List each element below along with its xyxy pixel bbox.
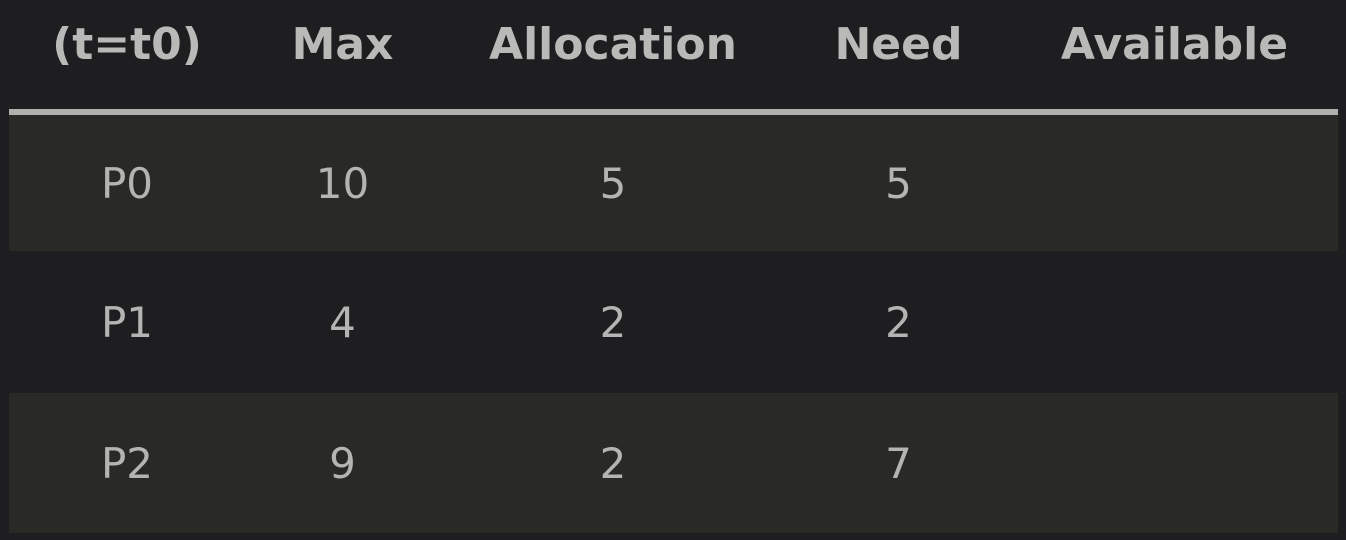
allocation-cell: 5 <box>440 112 786 251</box>
table-page: (t=t0) Max Allocation Need Available P0 … <box>0 0 1346 540</box>
header-time: (t=t0) <box>9 0 245 115</box>
header-available: Available <box>1011 0 1338 115</box>
process-cell: P1 <box>9 251 245 393</box>
max-cell: 4 <box>245 251 440 393</box>
available-cell <box>1011 393 1338 533</box>
need-cell: 2 <box>786 251 1011 393</box>
max-cell: 10 <box>245 112 440 251</box>
table-row: P1 4 2 2 <box>9 251 1338 393</box>
process-cell: P2 <box>9 393 245 533</box>
need-cell: 5 <box>786 112 1011 251</box>
allocation-cell: 2 <box>440 393 786 533</box>
table-body: P0 10 5 5 P1 4 2 2 P2 9 2 7 <box>9 112 1338 533</box>
table-row: P2 9 2 7 <box>9 393 1338 533</box>
available-cell <box>1011 112 1338 251</box>
process-cell: P0 <box>9 112 245 251</box>
header-row: (t=t0) Max Allocation Need Available <box>9 0 1338 115</box>
header-max: Max <box>245 0 440 115</box>
resource-allocation-table: (t=t0) Max Allocation Need Available P0 … <box>9 0 1338 533</box>
table-row: P0 10 5 5 <box>9 112 1338 251</box>
available-cell <box>1011 251 1338 393</box>
allocation-cell: 2 <box>440 251 786 393</box>
max-cell: 9 <box>245 393 440 533</box>
header-allocation: Allocation <box>440 0 786 115</box>
need-cell: 7 <box>786 393 1011 533</box>
header-need: Need <box>786 0 1011 115</box>
table-header: (t=t0) Max Allocation Need Available <box>9 0 1338 115</box>
